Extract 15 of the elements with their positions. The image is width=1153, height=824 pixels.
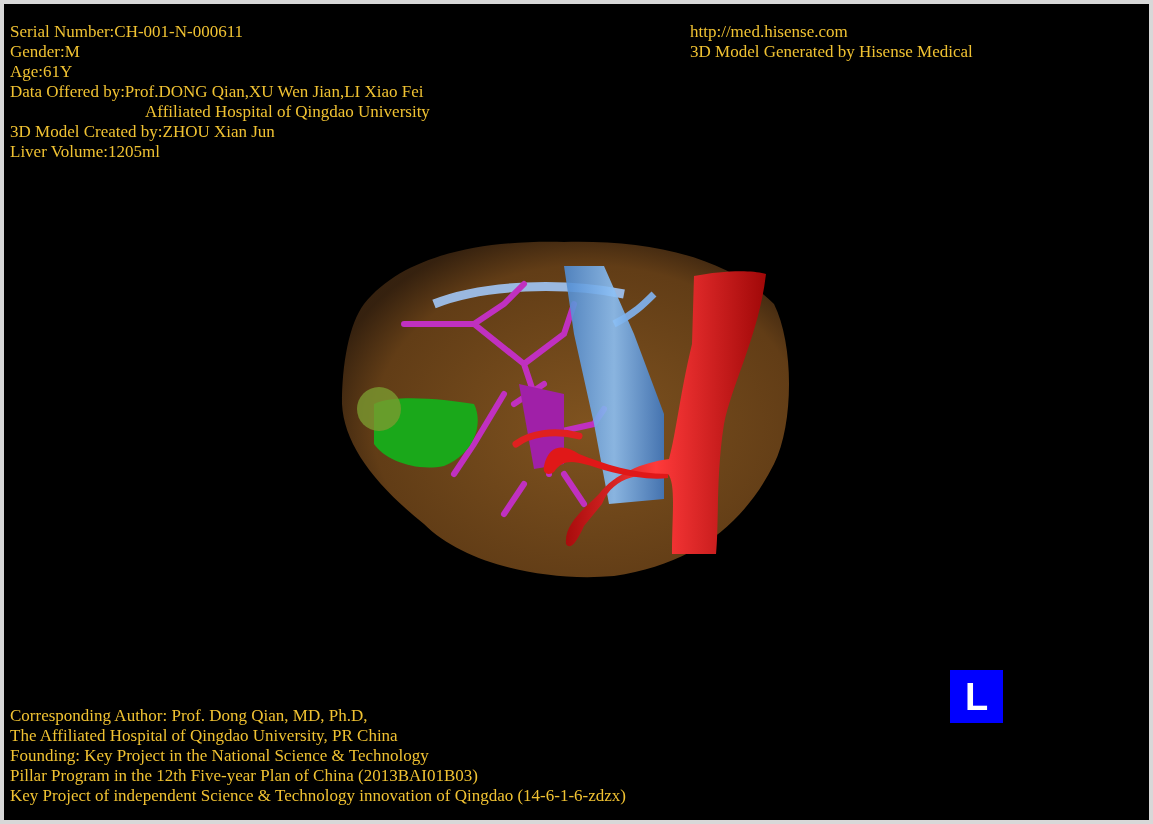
info-text: 3D Model Generated by Hisense Medical [690,42,973,62]
info-text: Gender:M [10,42,81,62]
info-text: http://med.hisense.com [690,22,849,42]
credit-text: The Affiliated Hospital of Qingdao University, PR China [10,726,399,746]
credit-text: Pillar Program in the 12th Five-year Plan of China (2013BAI01B03) [10,766,479,786]
credit-text: Founding: Key Project in the National Science & Technology [10,746,430,766]
info-text: Liver Volume:1205ml [10,142,161,162]
info-text: Affiliated Hospital of Qingdao University [144,102,431,122]
info-text: 3D Model Created by:ZHOU Xian Jun [10,122,276,142]
credit-text: Corresponding Author: Prof. Dong Qian, MD, Ph.D, [10,706,369,726]
info-text: Data Offered by:Prof.DONG Qian,XU Wen Jian,LI Xiao Fei [10,82,425,102]
orientation-marker: L [950,670,1003,723]
credit-text: Key Project of independent Science & Technology innovation of Qingdao (14-6-1-6-zdzx) [10,786,627,806]
info-text: Serial Number:CH-001-N-000611 [10,22,245,42]
info-text: Age:61Y [10,62,74,82]
